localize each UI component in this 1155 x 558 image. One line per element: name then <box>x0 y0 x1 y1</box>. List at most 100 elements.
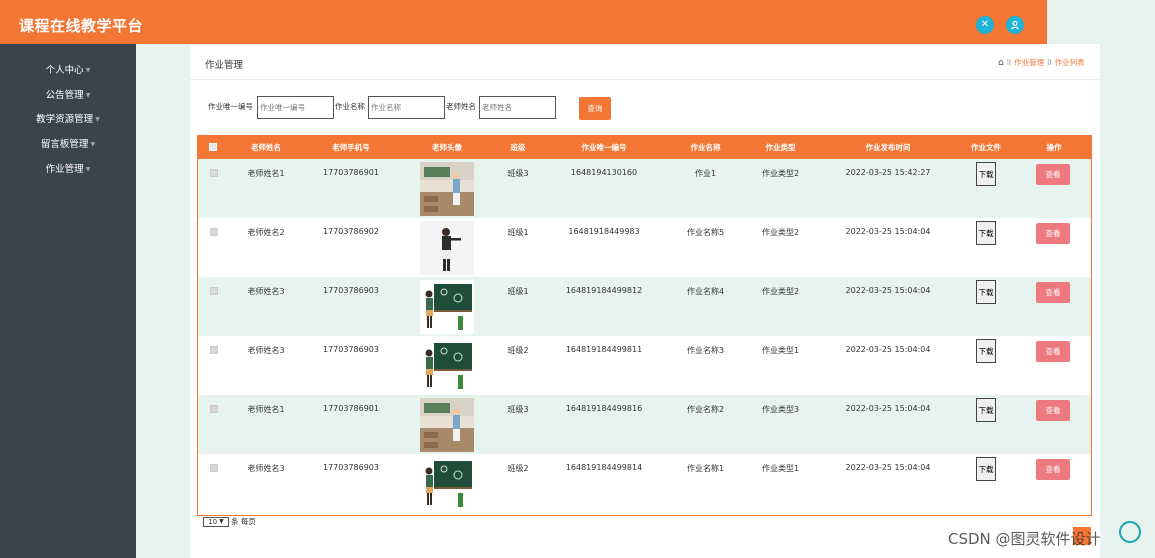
table-row: 老师姓名1 17703786901 班级3 1648194130160 作业1 作业类型2… <box>198 159 1091 218</box>
cell-name: 作业名称1 <box>686 464 725 473</box>
search-input-teacher[interactable] <box>479 96 556 119</box>
download-button[interactable]: 下载 <box>976 280 996 304</box>
header-time: 作业发布时间 <box>865 143 911 152</box>
download-button[interactable]: 下载 <box>976 339 996 363</box>
table-row: 老师姓名1 17703786901 班级3 164819184499816 作业名称2 作… <box>198 395 1091 454</box>
title-divider <box>190 79 1100 80</box>
cell-class: 班级1 <box>507 228 529 237</box>
cell-teacher: 老师姓名3 <box>247 346 285 355</box>
cell-class: 班级2 <box>507 464 529 473</box>
cell-teacher: 老师姓名1 <box>247 405 285 414</box>
view-button[interactable]: 查看 <box>1036 400 1070 421</box>
row-checkbox[interactable] <box>210 169 218 177</box>
view-button[interactable]: 查看 <box>1036 459 1070 480</box>
cell-teacher: 老师姓名2 <box>247 228 285 237</box>
breadcrumb-homework-management[interactable]: 作业管理 <box>1014 57 1044 68</box>
row-checkbox[interactable] <box>210 228 218 236</box>
cell-class: 班级1 <box>507 287 529 296</box>
homework-table: 老师姓名 老师手机号 老师头像 班级 作业唯一编号 作业名称 作业类型 作业发布… <box>197 135 1092 516</box>
cell-id: 164819184499814 <box>565 463 643 472</box>
cell-phone: 17703786902 <box>323 227 379 236</box>
assistant-icon[interactable] <box>1119 521 1141 543</box>
page-size-select[interactable]: 10 ▼ <box>203 516 229 527</box>
cell-id: 16481918449983 <box>568 227 640 236</box>
cell-name: 作业名称4 <box>686 287 725 296</box>
cell-phone: 17703786901 <box>323 404 379 413</box>
breadcrumb: ⌂ II 作业管理 II 作业列表 <box>998 57 1085 68</box>
cell-phone: 17703786901 <box>323 168 379 177</box>
view-button[interactable]: 查看 <box>1036 282 1070 303</box>
cell-class: 班级3 <box>507 169 529 178</box>
sidebar: 个人中心 ▼ 公告管理 ▼ 教学资源管理 ▼ 留言板管理 ▼ 作业管理 ▼ <box>0 44 136 558</box>
cell-type: 作业类型3 <box>761 405 800 414</box>
table-header: 老师姓名 老师手机号 老师头像 班级 作业唯一编号 作业名称 作业类型 作业发布… <box>198 136 1091 159</box>
download-button[interactable]: 下载 <box>976 457 996 481</box>
table-row: 老师姓名3 17703786903 班级2 164819184499814 作业名称1 作… <box>198 454 1091 513</box>
search-label-teacher: 老师姓名 <box>446 102 476 111</box>
teacher-avatar <box>420 161 474 216</box>
sidebar-item-homework[interactable]: 作业管理 ▼ <box>0 161 136 175</box>
cell-type: 作业类型1 <box>761 464 800 473</box>
cell-time: 2022-03-25 15:04:04 <box>845 286 931 295</box>
teacher-avatar <box>420 279 474 334</box>
cell-time: 2022-03-25 15:04:04 <box>845 463 931 472</box>
watermark: CSDN @图灵软件设计 <box>948 530 1101 548</box>
select-all-checkbox[interactable] <box>209 143 217 151</box>
caret-down-icon: ▼ <box>95 116 100 123</box>
cell-time: 2022-03-25 15:04:04 <box>845 345 931 354</box>
caret-down-icon: ▼ <box>90 141 96 148</box>
download-button[interactable]: 下载 <box>976 221 996 245</box>
search-input-name[interactable] <box>368 96 445 119</box>
cell-id: 1648194130160 <box>570 168 638 177</box>
view-button[interactable]: 查看 <box>1036 341 1070 362</box>
cell-name: 作业1 <box>694 169 717 178</box>
cell-time: 2022-03-25 15:04:04 <box>845 404 931 413</box>
view-button[interactable]: 查看 <box>1036 223 1070 244</box>
cell-time: 2022-03-25 15:42:27 <box>845 168 931 177</box>
page-size-suffix: 条 每页 <box>231 517 256 526</box>
search-button[interactable]: 查询 <box>579 97 611 120</box>
cell-id: 164819184499816 <box>565 404 643 413</box>
cell-teacher: 老师姓名3 <box>247 464 285 473</box>
download-button[interactable]: 下载 <box>976 398 996 422</box>
app-title: 课程在线教学平台 <box>19 17 144 35</box>
cell-name: 作业名称3 <box>686 346 725 355</box>
view-button[interactable]: 查看 <box>1036 164 1070 185</box>
row-checkbox[interactable] <box>210 464 218 472</box>
cell-id: 164819184499811 <box>565 345 643 354</box>
row-checkbox[interactable] <box>210 287 218 295</box>
row-checkbox[interactable] <box>210 346 218 354</box>
crosshair-icon[interactable]: ✕ <box>976 16 994 34</box>
header-teacher: 老师姓名 <box>251 143 281 152</box>
download-button[interactable]: 下载 <box>976 162 996 186</box>
chevron-down-icon: ▼ <box>219 518 224 525</box>
header-class: 班级 <box>510 143 526 152</box>
sidebar-item-announcements[interactable]: 公告管理 ▼ <box>0 87 136 101</box>
search-label-id: 作业唯一编号 <box>208 102 253 111</box>
sidebar-item-message-board[interactable]: 留言板管理 ▼ <box>0 136 136 150</box>
cell-phone: 17703786903 <box>323 463 379 472</box>
user-icon[interactable] <box>1006 16 1024 34</box>
row-checkbox[interactable] <box>210 405 218 413</box>
breadcrumb-homework-list[interactable]: 作业列表 <box>1055 57 1085 68</box>
cell-class: 班级3 <box>507 405 529 414</box>
teacher-avatar <box>420 397 474 452</box>
sidebar-item-personal-center[interactable]: 个人中心 ▼ <box>0 62 136 76</box>
sidebar-item-teaching-resources[interactable]: 教学资源管理 ▼ <box>0 111 136 125</box>
table-row: 老师姓名3 17703786903 班级2 164819184499811 作业名称3 作… <box>198 336 1091 395</box>
caret-down-icon: ▼ <box>85 92 91 99</box>
search-input-id[interactable] <box>257 96 334 119</box>
home-icon[interactable]: ⌂ <box>998 58 1004 68</box>
header-avatar: 老师头像 <box>432 143 462 152</box>
cell-phone: 17703786903 <box>323 345 379 354</box>
cell-teacher: 老师姓名1 <box>247 169 285 178</box>
cell-time: 2022-03-25 15:04:04 <box>845 227 931 236</box>
cell-type: 作业类型2 <box>761 287 800 296</box>
cell-class: 班级2 <box>507 346 529 355</box>
cell-name: 作业名称2 <box>686 405 725 414</box>
table-row: 老师姓名2 17703786902 班级1 16481918449983 作业名称5 作业… <box>198 218 1091 277</box>
page-title: 作业管理 <box>205 60 244 71</box>
search-label-name: 作业名称 <box>335 102 365 111</box>
cell-phone: 17703786903 <box>323 286 379 295</box>
header-id: 作业唯一编号 <box>581 143 627 152</box>
